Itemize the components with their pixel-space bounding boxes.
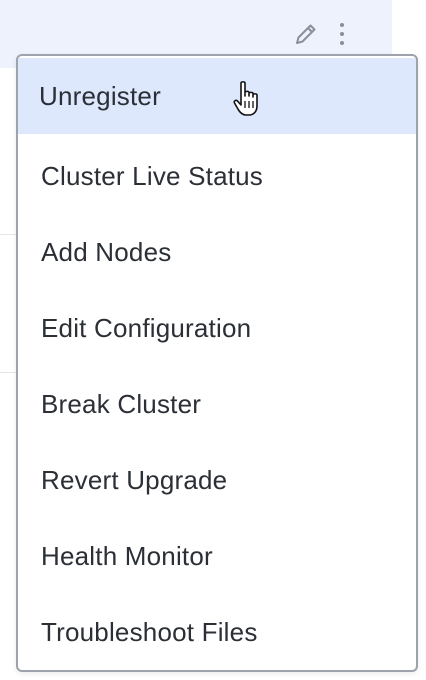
vertical-ellipsis-icon[interactable] (338, 21, 346, 47)
row-divider (0, 234, 16, 235)
row-divider (0, 372, 16, 373)
menu-item-health-monitor[interactable]: Health Monitor (18, 518, 416, 594)
menu-item-label: Break Cluster (41, 388, 202, 419)
actions-dropdown-menu: Unregister Cluster Live Status Add Nodes… (16, 54, 418, 672)
menu-item-cluster-live-status[interactable]: Cluster Live Status (18, 138, 416, 214)
menu-item-label: Health Monitor (41, 540, 213, 571)
menu-item-label: Add Nodes (41, 236, 172, 267)
menu-item-label: Edit Configuration (41, 312, 252, 343)
menu-item-unregister[interactable]: Unregister (18, 58, 416, 134)
menu-item-label: Revert Upgrade (41, 464, 228, 495)
menu-item-edit-configuration[interactable]: Edit Configuration (18, 290, 416, 366)
menu-item-add-nodes[interactable]: Add Nodes (18, 214, 416, 290)
menu-item-label: Unregister (39, 80, 161, 111)
menu-item-troubleshoot-files[interactable]: Troubleshoot Files (18, 594, 416, 670)
menu-item-revert-upgrade[interactable]: Revert Upgrade (18, 442, 416, 518)
pencil-icon[interactable] (292, 20, 320, 48)
menu-item-label: Troubleshoot Files (41, 616, 258, 647)
menu-item-break-cluster[interactable]: Break Cluster (18, 366, 416, 442)
menu-item-label: Cluster Live Status (41, 160, 264, 191)
row-actions (292, 20, 346, 48)
